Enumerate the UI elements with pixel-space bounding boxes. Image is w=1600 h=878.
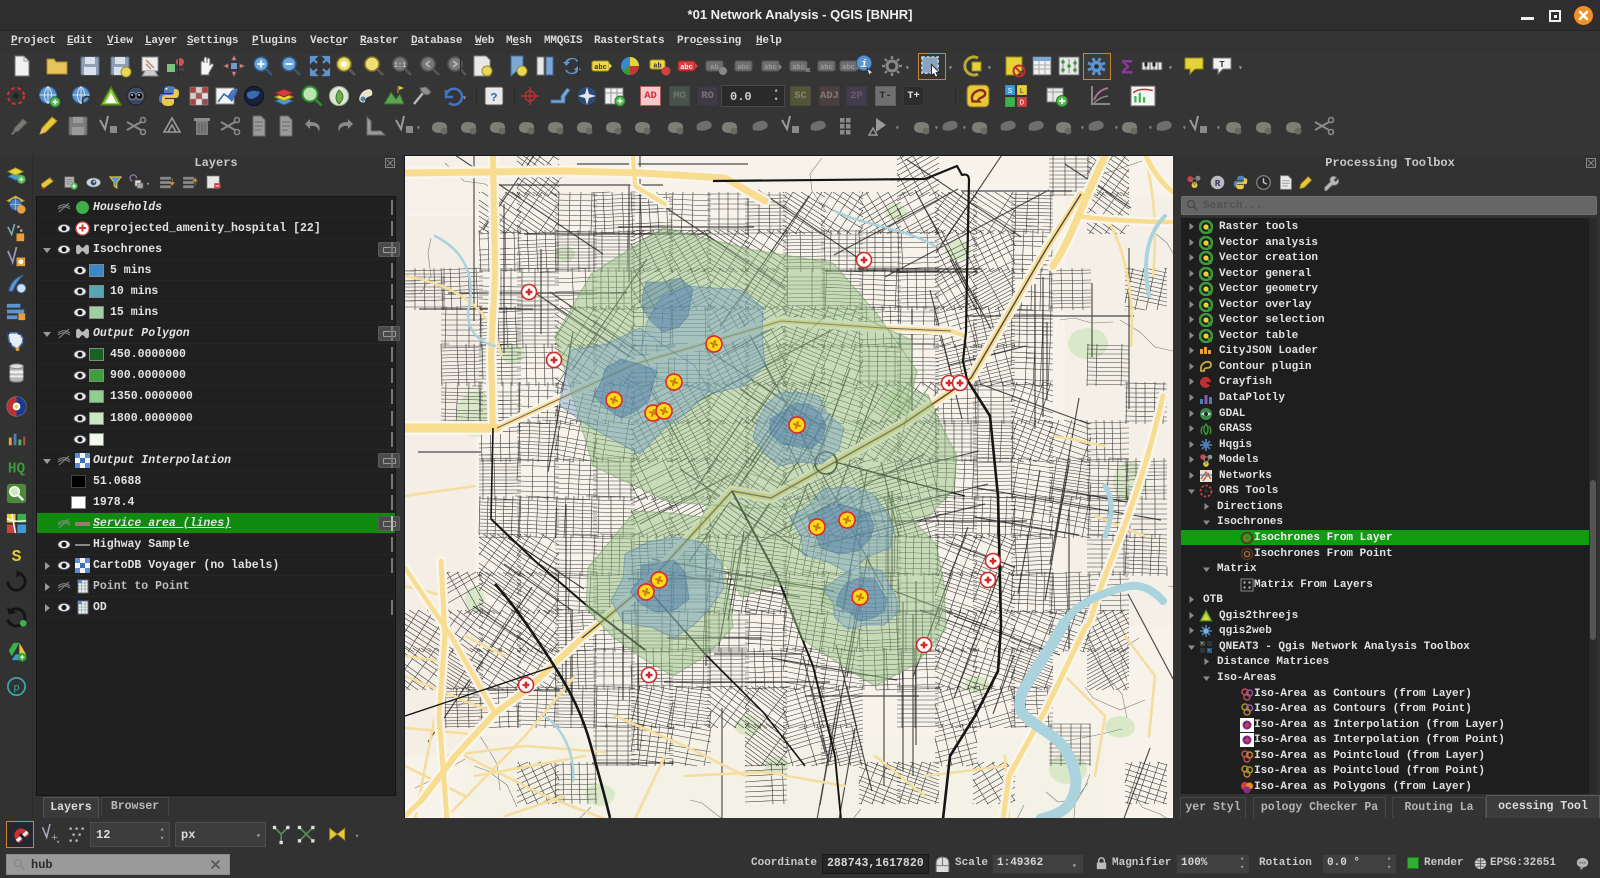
- svg-text:S: S: [12, 547, 22, 566]
- svg-text:abc: abc: [792, 64, 805, 72]
- svg-text:abc: abc: [764, 64, 777, 72]
- svg-text:abc: abc: [680, 64, 693, 72]
- svg-text:abc: abc: [820, 64, 833, 72]
- svg-text:R: R: [1215, 178, 1221, 189]
- svg-text:abc: abc: [594, 64, 607, 72]
- svg-text:?: ?: [490, 91, 497, 105]
- svg-text:ab: ab: [653, 63, 661, 71]
- svg-text:S: S: [1008, 88, 1013, 96]
- svg-text:1:1: 1:1: [394, 62, 407, 70]
- svg-text:abc: abc: [737, 64, 750, 72]
- svg-text:i: i: [861, 59, 868, 71]
- svg-text:HQ: HQ: [8, 461, 26, 477]
- svg-text:T: T: [1219, 60, 1225, 70]
- svg-text:D: D: [1020, 100, 1025, 108]
- svg-text:ab: ab: [710, 64, 718, 72]
- svg-text:Σ: Σ: [1121, 58, 1133, 79]
- svg-text:p: p: [13, 682, 19, 694]
- svg-text:abc: abc: [842, 64, 855, 72]
- svg-text:L: L: [1020, 88, 1025, 96]
